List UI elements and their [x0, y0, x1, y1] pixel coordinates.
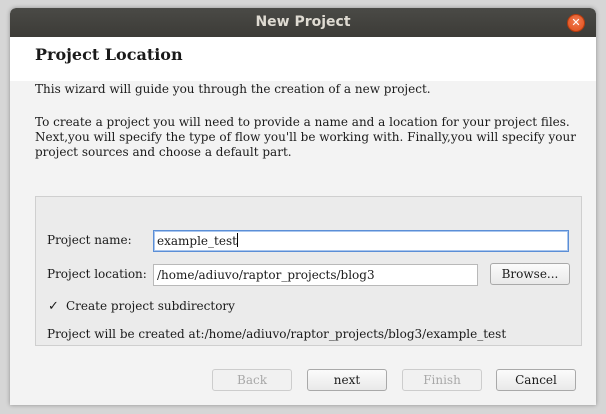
intro-paragraph: To create a project you will need to pro…: [35, 115, 576, 159]
next-button[interactable]: next: [307, 369, 387, 391]
project-location-input[interactable]: /home/adiuvo/raptor_projects/blog3: [153, 264, 478, 286]
created-at-path: /home/adiuvo/raptor_projects/blog3/examp…: [204, 327, 507, 341]
create-subdirectory-checkbox[interactable]: ✓: [47, 300, 60, 313]
checkmark-icon: ✓: [48, 299, 59, 314]
project-location-value: /home/adiuvo/raptor_projects/blog3: [157, 268, 375, 282]
finish-button[interactable]: Finish: [402, 369, 482, 391]
page-title: Project Location: [35, 45, 183, 64]
project-location-label: Project location:: [47, 267, 147, 281]
wizard-header: Project Location: [10, 37, 596, 81]
create-subdirectory-label[interactable]: Create project subdirectory: [66, 299, 235, 313]
browse-button[interactable]: Browse...: [490, 263, 570, 285]
project-name-value: example_test: [157, 234, 237, 248]
intro-text: This wizard will guide you through the c…: [35, 82, 431, 96]
close-icon: ✕: [571, 16, 581, 29]
project-location-panel: Project name: example_test Project locat…: [35, 196, 582, 346]
project-name-label: Project name:: [47, 233, 132, 247]
created-at-label: Project will be created at:/home/adiuvo/…: [47, 327, 506, 341]
back-button[interactable]: Back: [212, 369, 292, 391]
close-button[interactable]: ✕: [567, 14, 585, 32]
new-project-dialog: New Project ✕ Project Location This wiza…: [10, 8, 596, 405]
window-title: New Project: [255, 14, 351, 30]
cancel-button[interactable]: Cancel: [496, 369, 576, 391]
created-at-prefix: Project will be created at:: [47, 327, 205, 341]
project-name-input[interactable]: example_test: [153, 230, 569, 252]
title-bar[interactable]: New Project ✕: [10, 8, 596, 37]
text-caret: [236, 233, 238, 247]
